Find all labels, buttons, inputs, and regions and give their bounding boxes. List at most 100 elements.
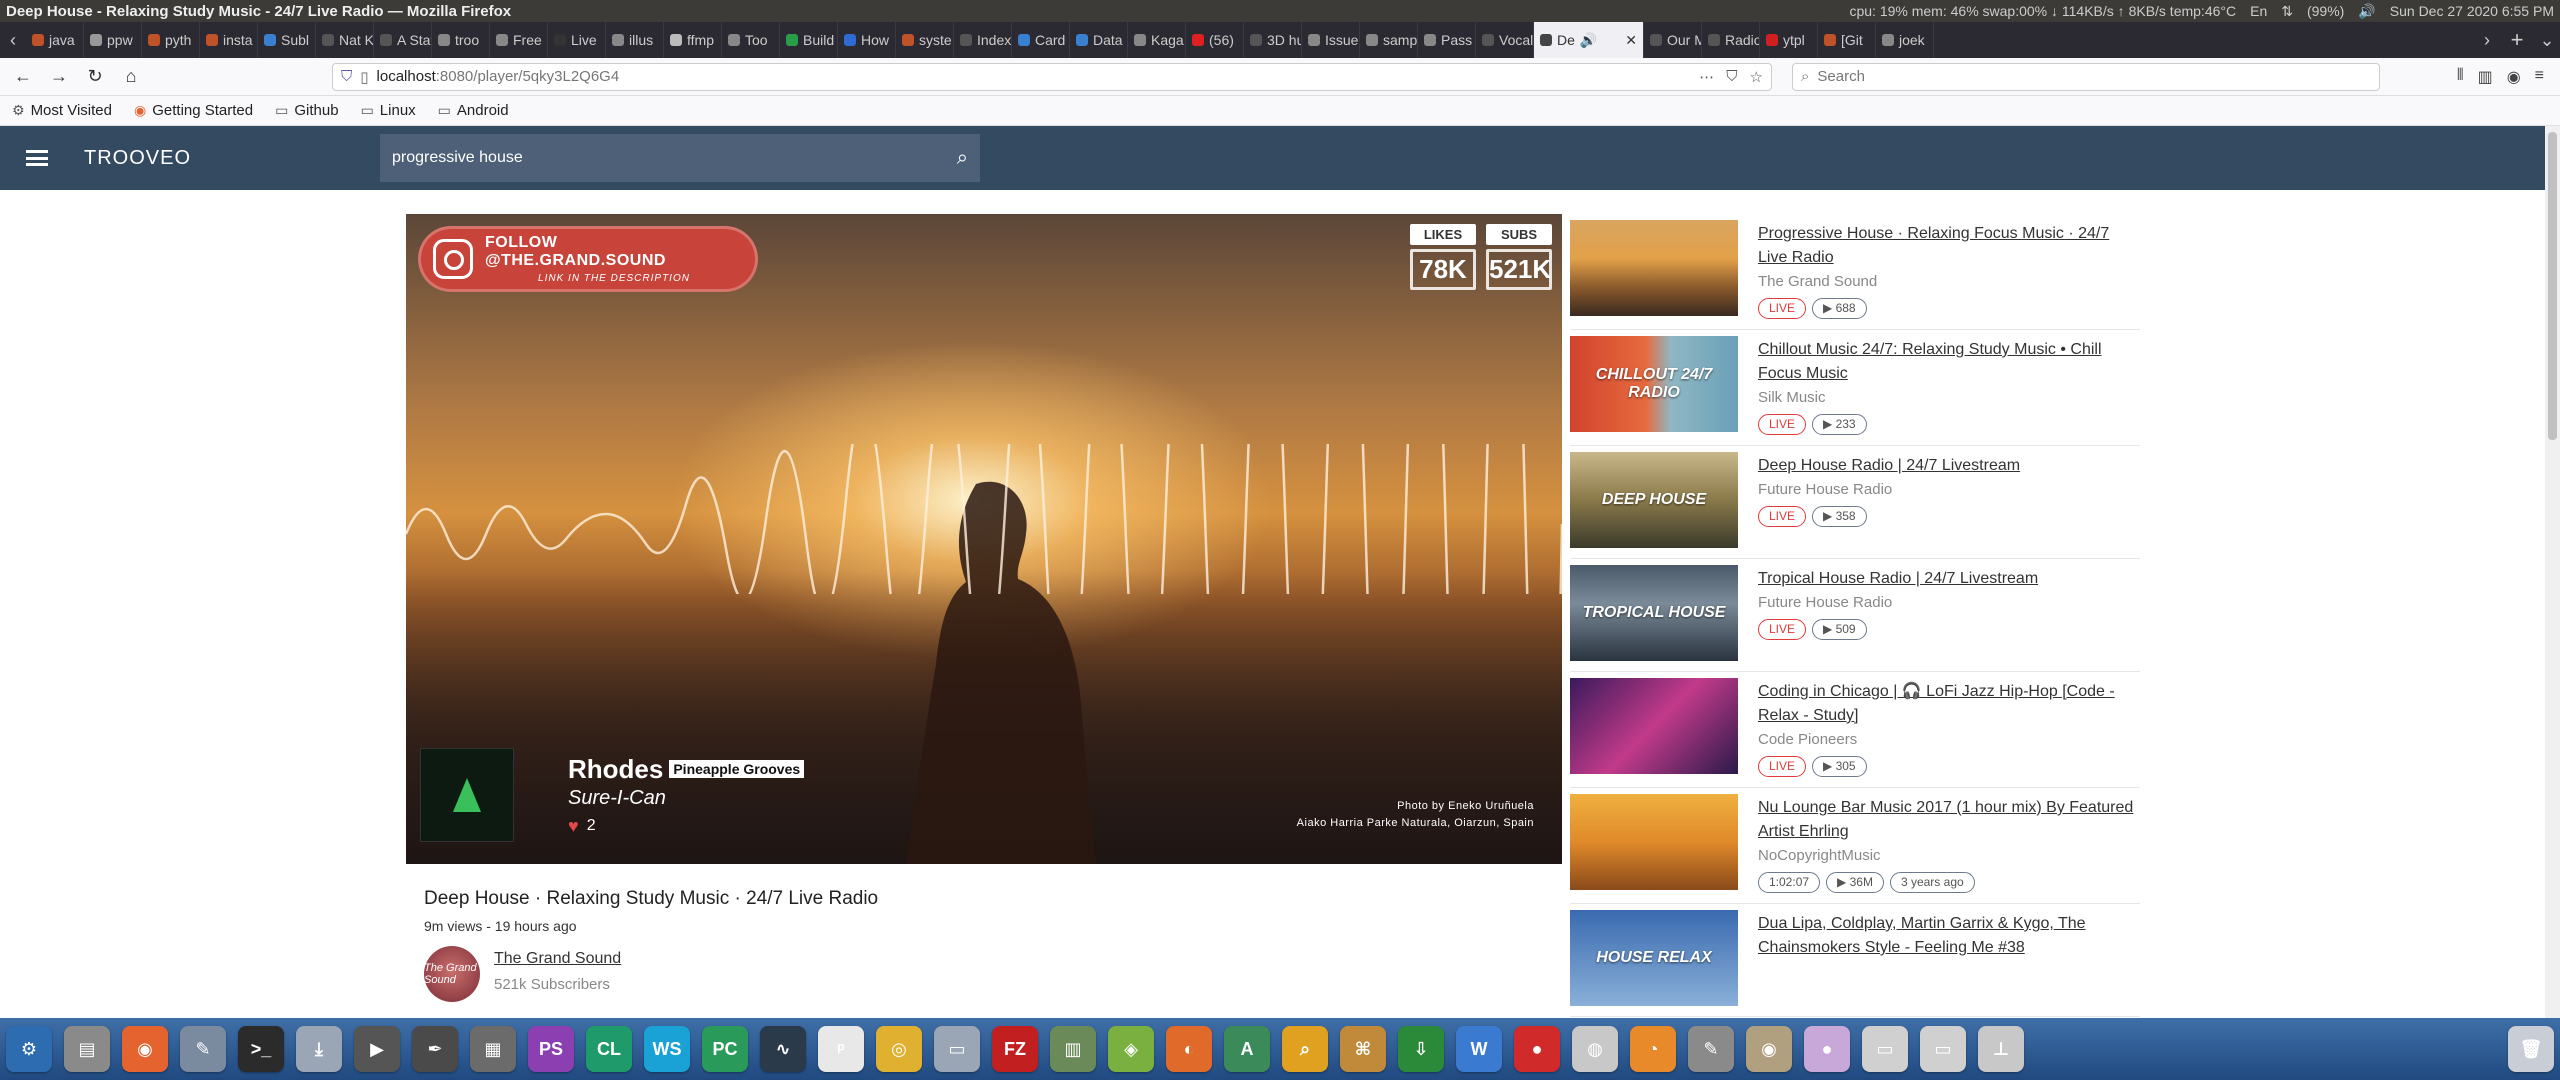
android-studio-dock-icon[interactable]: A [1224,1026,1270,1072]
search-dock-icon[interactable]: ⌕ [1282,1026,1328,1072]
new-tab-button[interactable]: + [2500,22,2534,58]
clock[interactable]: Sun Dec 27 2020 6:55 PM [2390,3,2554,19]
video-player[interactable]: FOLLOW @THE.GRAND.SOUND LINK IN THE DESC… [406,214,1562,864]
browser-tab[interactable]: insta [200,22,258,58]
text-editor-dock-icon[interactable]: ✎ [1688,1026,1734,1072]
browser-tab[interactable]: How [838,22,896,58]
app-brand[interactable]: TROOVEO [84,147,191,170]
webstorm-dock-icon[interactable]: WS [644,1026,690,1072]
browser-tab[interactable]: Index of [954,22,1012,58]
browser-tab[interactable]: pyth [142,22,200,58]
terminal-dock-icon[interactable]: >_ [238,1026,284,1072]
heart-icon[interactable]: ♥ [568,816,579,837]
library-icon[interactable]: ⫴ [2457,67,2464,87]
system-monitor-dock-icon[interactable]: ∿ [760,1026,806,1072]
clion-dock-icon[interactable]: CL [586,1026,632,1072]
video-thumbnail[interactable] [1570,794,1738,890]
bookmark-item[interactable]: ▭ Linux [361,102,416,119]
browser-tab[interactable]: ppw [84,22,142,58]
related-video-item[interactable]: HOUSE RELAX Dua Lipa, Coldplay, Martin Ga… [1570,904,2140,1017]
account-icon[interactable]: ◉ [2507,67,2521,87]
related-video-item[interactable]: Nu Lounge Bar Music 2017 (1 hour mix) By… [1570,788,2140,904]
browser-tab[interactable]: Our Mix [1644,22,1702,58]
video-thumbnail[interactable] [1570,678,1738,774]
calculator-dock-icon[interactable]: ▦ [470,1026,516,1072]
browser-tab[interactable]: java [26,22,84,58]
browser-tab[interactable]: troo [432,22,490,58]
sidebar-icon[interactable]: ▥ [2478,67,2493,87]
channel-avatar[interactable]: The Grand Sound [424,946,480,1002]
page-info-icon[interactable]: ▯ [360,68,368,86]
pdf-dock-icon[interactable]: ᵖ [818,1026,864,1072]
network-icon[interactable]: ⇅ [2281,3,2293,20]
browser-tab[interactable]: Card [1012,22,1070,58]
related-video-title-link[interactable]: Progressive House · Relaxing Focus Music… [1758,222,2140,270]
firefox-dock-icon[interactable]: ◉ [122,1026,168,1072]
browser-tab[interactable]: ytpl [1760,22,1818,58]
video-thumbnail[interactable]: CHILLOUT 24/7 RADIO [1570,336,1738,432]
app-search-input[interactable] [392,149,957,167]
files-dock-icon[interactable]: ▤ [64,1026,110,1072]
related-video-title-link[interactable]: Tropical House Radio | 24/7 Livestream [1758,567,2038,591]
disc-dock-icon[interactable]: ◍ [1572,1026,1618,1072]
scroll-tabs-left-icon[interactable]: ‹ [0,22,26,58]
bookmark-item[interactable]: ⚙ Most Visited [12,102,112,119]
browser-tab[interactable]: Free [490,22,548,58]
browser-tab[interactable]: Pass [1418,22,1476,58]
download-dock-icon[interactable]: ⇩ [1398,1026,1444,1072]
cherry-dock-icon[interactable]: ● [1514,1026,1560,1072]
scanner-dock-icon[interactable]: ▭ [934,1026,980,1072]
close-tab-icon[interactable]: ✕ [1625,32,1637,49]
bookmark-item[interactable]: ▭ Android [438,102,509,119]
circuit-dock-icon[interactable]: ⌘ [1340,1026,1386,1072]
page-scrollbar[interactable] [2545,126,2560,1018]
reload-button[interactable]: ↻ [80,62,110,92]
related-video-item[interactable]: Coding in Chicago | 🎧 LoFi Jazz Hip-Hop … [1570,672,2140,788]
bookmark-item[interactable]: ◉ Getting Started [134,102,253,119]
browser-tab[interactable]: Data [1070,22,1128,58]
trash-icon[interactable]: 🗑 [2508,1026,2554,1072]
waveform-dock-icon[interactable]: W [1456,1026,1502,1072]
browser-tab[interactable]: syste [896,22,954,58]
video-thumbnail[interactable]: DEEP HOUSE [1570,452,1738,548]
browser-tab[interactable]: [Git [1818,22,1876,58]
hamburger-menu-icon[interactable] [26,150,48,166]
browser-tab[interactable]: A State [374,22,432,58]
cube-dock-icon[interactable]: ◈ [1108,1026,1154,1072]
browser-tab[interactable]: Too [722,22,780,58]
pen-dock-icon[interactable]: ✒ [412,1026,458,1072]
video-thumbnail[interactable] [1570,220,1738,316]
network-drive-dock-icon[interactable]: ⊥ [1978,1026,2024,1072]
browser-tab[interactable]: Live [548,22,606,58]
related-video-item[interactable]: CHILLOUT 24/7 RADIO Chillout Music 24/7: … [1570,330,2140,446]
page-actions-icon[interactable]: ⋯ [1699,68,1714,86]
disk-dock-icon[interactable]: ▥ [1050,1026,1096,1072]
browser-tab[interactable]: Vocal Tr [1476,22,1534,58]
browser-tab[interactable]: Build [780,22,838,58]
scroll-tabs-right-icon[interactable]: › [2474,22,2500,58]
bookmark-star-icon[interactable]: ☆ [1750,68,1763,86]
installer-dock-icon[interactable]: ⤓ [296,1026,342,1072]
browser-tab[interactable]: Kaga [1128,22,1186,58]
related-video-title-link[interactable]: Deep House Radio | 24/7 Livestream [1758,454,2020,478]
phpstorm-dock-icon[interactable]: PS [528,1026,574,1072]
browser-tab[interactable]: joek [1876,22,1934,58]
filezilla-dock-icon[interactable]: FZ [992,1026,1038,1072]
browser-tab[interactable]: Issue [1302,22,1360,58]
home-button[interactable]: ⌂ [116,62,146,92]
speaker-dock-icon[interactable]: ◉ [1746,1026,1792,1072]
blender-dock-icon[interactable]: ◔ [1630,1026,1676,1072]
related-video-title-link[interactable]: Chillout Music 24/7: Relaxing Study Musi… [1758,338,2140,386]
browser-tab[interactable]: illus [606,22,664,58]
browser-tab[interactable]: Subl [258,22,316,58]
url-text[interactable]: localhost:8080/player/5qky3L2Q6G4 [377,68,620,85]
browser-tab[interactable]: 3D hum [1244,22,1302,58]
pocket-icon[interactable]: ⛉ [1726,68,1737,86]
search-bar[interactable]: ⌕ Search [1792,62,2380,91]
url-bar[interactable]: ⛉ ▯ localhost:8080/player/5qky3L2Q6G4 ⋯ … [332,62,1772,91]
browser-tab[interactable]: Nat Kin [316,22,374,58]
tab-list-chevron-down-icon[interactable]: ⌄ [2534,22,2560,58]
ball-dock-icon[interactable]: ● [1804,1026,1850,1072]
bookmark-item[interactable]: ▭ Github [275,102,338,119]
forward-button[interactable]: → [44,62,74,92]
